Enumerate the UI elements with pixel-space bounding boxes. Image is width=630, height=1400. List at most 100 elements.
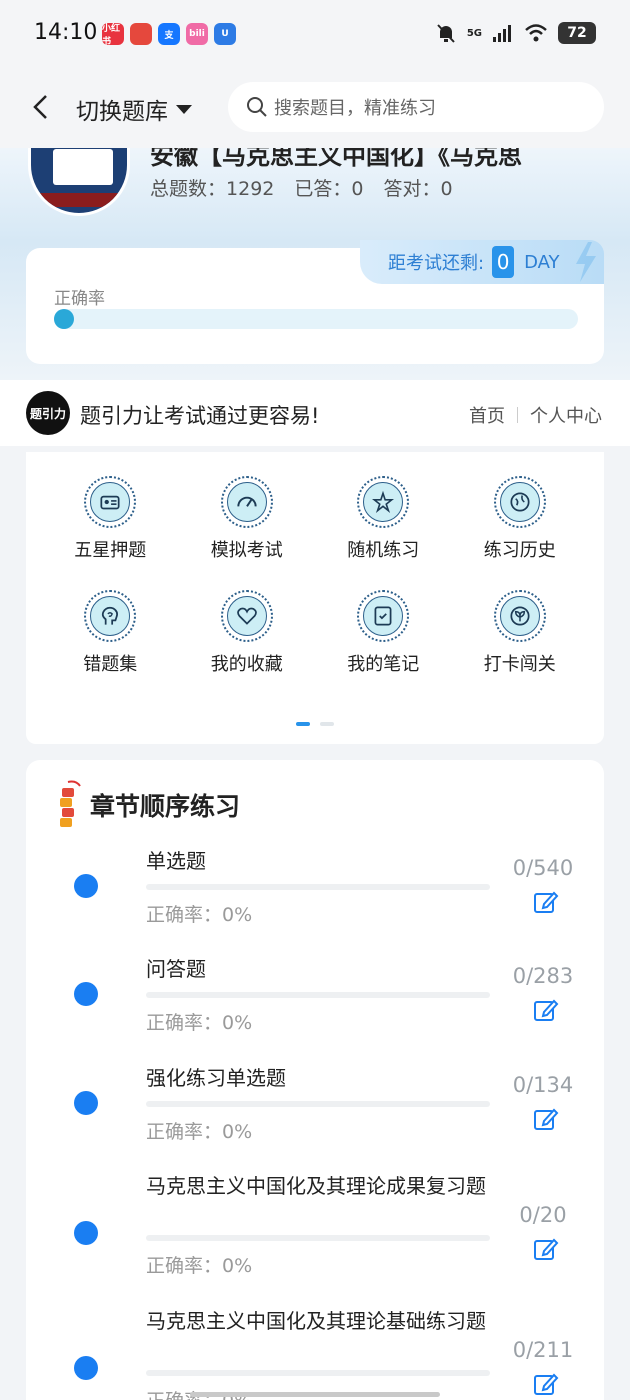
search-input[interactable]: 搜索题目，精准练习 xyxy=(228,82,604,132)
chapter-progress-bar xyxy=(146,1235,490,1241)
chapter-row[interactable]: 强化练习单选题 正确率：0% 0/134 xyxy=(26,1065,604,1185)
chapter-bullet xyxy=(74,1356,98,1380)
note-check-icon-ring xyxy=(357,590,410,642)
chapter-count: 0/283 xyxy=(512,964,574,988)
chapter-progress-bar xyxy=(146,992,490,998)
grid-pager xyxy=(296,722,334,726)
chapter-progress-bar xyxy=(146,1101,490,1107)
accuracy-card: 距考试还剩: 0 DAY 正确率 xyxy=(26,240,604,364)
edit-icon[interactable] xyxy=(532,888,560,916)
heart-icon xyxy=(226,596,267,636)
accuracy-progress-fill xyxy=(54,309,74,329)
head-icon-ring xyxy=(84,590,137,642)
alipay-icon: 支 xyxy=(158,23,180,45)
feature-label: 我的笔记 xyxy=(347,654,420,675)
lightning-icon xyxy=(576,242,596,282)
total-questions: 总题数：1292 xyxy=(150,178,275,200)
course-stats: 总题数：1292 已答：0 答对：0 xyxy=(150,174,453,201)
feature-id-card[interactable]: 五星押题 xyxy=(42,476,179,562)
feature-sprout[interactable]: 打卡闯关 xyxy=(452,590,589,676)
feature-label: 我的收藏 xyxy=(210,654,283,675)
chapter-progress-bar xyxy=(146,1370,490,1376)
u-app-icon: U xyxy=(214,23,236,45)
top-bar: 切换题库 搜索题目，精准练习 xyxy=(0,70,630,148)
brand-logo: 题引力 xyxy=(26,391,70,435)
firecracker-icon xyxy=(60,780,81,827)
chapter-count: 0/211 xyxy=(512,1338,574,1362)
feature-note-check[interactable]: 我的笔记 xyxy=(315,590,452,676)
feature-heart[interactable]: 我的收藏 xyxy=(179,590,316,676)
chapter-accuracy: 正确率：0% xyxy=(146,904,253,926)
edit-icon[interactable] xyxy=(532,1370,560,1398)
course-cover-image xyxy=(28,136,130,216)
feature-head[interactable]: 错题集 xyxy=(42,590,179,676)
chapter-bullet xyxy=(74,1221,98,1245)
switch-bank-label: 切换题库 xyxy=(76,99,168,125)
brand-bar: 题引力 题引力让考试通过更容易! 首页 个人中心 xyxy=(0,380,630,446)
caret-down-icon xyxy=(176,104,192,114)
back-arrow-icon[interactable] xyxy=(28,92,52,122)
feature-label: 五星押题 xyxy=(74,540,147,561)
chapter-row[interactable]: 马克思主义中国化及其理论基础练习题正确率：0%0/211 xyxy=(26,1308,604,1400)
search-icon xyxy=(247,97,267,117)
answered-count: 已答：0 xyxy=(294,178,364,200)
sprout-icon xyxy=(499,596,540,636)
id-card-icon xyxy=(90,482,131,522)
battery-indicator: 72 xyxy=(558,22,596,44)
accuracy-progress-bar xyxy=(54,309,578,329)
search-placeholder: 搜索题目，精准练习 xyxy=(274,98,436,119)
chapter-count: 0/20 xyxy=(519,1203,567,1227)
globe-icon xyxy=(499,482,540,522)
gauge-icon-ring xyxy=(220,476,273,528)
chapter-name: 单选题 xyxy=(146,849,206,873)
globe-icon-ring xyxy=(493,476,546,528)
chapter-name: 马克思主义中国化及其理论成果复习题 xyxy=(146,1174,486,1198)
accuracy-label: 正确率 xyxy=(54,289,105,309)
heart-icon-ring xyxy=(220,590,273,642)
chapter-count: 0/134 xyxy=(512,1073,574,1097)
chapter-bullet xyxy=(74,982,98,1006)
feature-grid: 五星押题 模拟考试 随机练习 练习历史错题集 我的收藏 我的笔记 打卡闯关 xyxy=(42,476,588,676)
signal-icon xyxy=(493,25,511,42)
chapter-accuracy: 正确率：0% xyxy=(146,1255,253,1277)
chapter-accuracy: 正确率：0% xyxy=(146,1012,253,1034)
feature-globe[interactable]: 练习历史 xyxy=(452,476,589,562)
feature-label: 模拟考试 xyxy=(210,540,283,561)
shuffle-star-icon-ring xyxy=(357,476,410,528)
feature-gauge[interactable]: 模拟考试 xyxy=(179,476,316,562)
chapter-progress-bar xyxy=(146,884,490,890)
chapter-row[interactable]: 马克思主义中国化及其理论成果复习题 正确率：0% 0/20 xyxy=(26,1173,604,1293)
feature-shuffle-star[interactable]: 随机练习 xyxy=(315,476,452,562)
brand-links: 首页 个人中心 xyxy=(469,402,602,428)
edit-icon[interactable] xyxy=(532,1235,560,1263)
pager-dot-active[interactable] xyxy=(296,722,310,726)
edit-icon[interactable] xyxy=(532,996,560,1024)
link-divider xyxy=(517,407,518,423)
status-bar: 14:10 小红书 支 bili U 5G 72 xyxy=(0,0,630,70)
correct-count: 答对：0 xyxy=(383,178,453,200)
chapter-row[interactable]: 单选题正确率：0% 0/540 xyxy=(26,848,604,968)
mute-bell-icon xyxy=(437,24,455,43)
feature-label: 打卡闯关 xyxy=(483,654,556,675)
note-check-icon xyxy=(363,596,404,636)
chapter-bullet xyxy=(74,874,98,898)
status-right: 5G 72 xyxy=(435,22,596,44)
chapter-count: 0/540 xyxy=(512,856,574,880)
chapter-row[interactable]: 问答题正确率：0% 0/283 xyxy=(26,956,604,1076)
home-link[interactable]: 首页 xyxy=(469,402,505,428)
chapter-bullet xyxy=(74,1091,98,1115)
countdown-unit: DAY xyxy=(524,251,560,273)
profile-link[interactable]: 个人中心 xyxy=(530,402,602,428)
pager-dot[interactable] xyxy=(320,722,334,726)
switch-bank-dropdown[interactable]: 切换题库 xyxy=(76,92,192,126)
chapter-name: 马克思主义中国化及其理论基础练习题 xyxy=(146,1309,486,1333)
gauge-icon xyxy=(226,482,267,522)
chapter-name: 问答题 xyxy=(146,957,206,981)
home-indicator[interactable] xyxy=(190,1392,440,1397)
id-card-icon-ring xyxy=(84,476,137,528)
shuffle-star-icon xyxy=(363,482,404,522)
feature-label: 随机练习 xyxy=(347,540,420,561)
edit-icon[interactable] xyxy=(532,1105,560,1133)
chapter-title: 章节顺序练习 xyxy=(90,792,241,821)
status-app-icons: 小红书 支 bili U xyxy=(102,23,236,47)
